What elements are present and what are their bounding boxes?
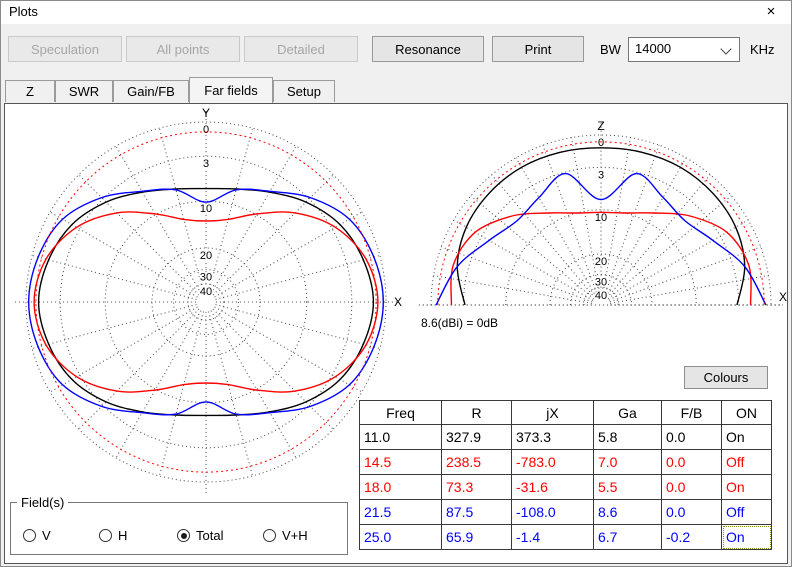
- table-cell: 6.7: [593, 524, 662, 550]
- table-cell: 73.3: [441, 474, 512, 500]
- table-cell: -108.0: [511, 499, 594, 525]
- svg-text:30: 30: [595, 276, 607, 288]
- table-cell: 373.3: [511, 424, 594, 450]
- svg-text:40: 40: [200, 286, 212, 298]
- col-header-ga: Ga: [593, 400, 662, 425]
- table-cell: -0.2: [661, 524, 722, 550]
- fields-groupbox: Field(s) V H Total V+H: [10, 495, 348, 555]
- radio-circle-icon: [99, 529, 112, 542]
- elevation-polar-plot: 0310203040ZX: [419, 119, 787, 306]
- table-cell: 0.0: [661, 424, 722, 450]
- frequency-table-body: 11.0 327.9 373.3 5.8 0.0 On 14.5 238.5 -783.0 7.0…: [359, 424, 772, 550]
- all-points-button[interactable]: All points: [126, 36, 240, 62]
- table-cell: 65.9: [441, 524, 512, 550]
- col-header-on: ON: [721, 400, 772, 425]
- table-cell: 8.6: [593, 499, 662, 525]
- table-cell: 11.0: [359, 424, 442, 450]
- table-cell: 87.5: [441, 499, 512, 525]
- table-cell: 5.5: [593, 474, 662, 500]
- print-button[interactable]: Print: [492, 36, 584, 62]
- table-row: 11.0 327.9 373.3 5.8 0.0 On: [359, 424, 772, 450]
- table-row: 18.0 73.3 -31.6 5.5 0.0 On: [359, 474, 772, 500]
- table-cell: 21.5: [359, 499, 442, 525]
- colours-button[interactable]: Colours: [684, 366, 768, 389]
- table-cell: 0.0: [661, 449, 722, 475]
- svg-text:30: 30: [200, 272, 212, 284]
- bw-value: 14000: [635, 41, 672, 56]
- table-row: 14.5 238.5 -783.0 7.0 0.0 Off: [359, 449, 772, 475]
- svg-text:Z: Z: [597, 119, 604, 133]
- speculation-button[interactable]: Speculation: [8, 36, 122, 62]
- plot-panel: 0 3 10 20 30 40 Y X 0 3 10 20 30 40 Z X 8.6(dBi) = 0dB…: [4, 103, 788, 564]
- table-cell: 7.0: [593, 449, 662, 475]
- radio-h[interactable]: H: [99, 528, 127, 543]
- radio-circle-icon: [263, 529, 276, 542]
- tab-setup[interactable]: Setup: [273, 80, 335, 102]
- title-bar: Plots ×: [0, 0, 792, 24]
- svg-text:10: 10: [200, 203, 212, 215]
- resonance-button[interactable]: Resonance: [372, 36, 484, 62]
- col-header-fb: F/B: [661, 400, 722, 425]
- detailed-button[interactable]: Detailed: [244, 36, 358, 62]
- table-cell: 18.0: [359, 474, 442, 500]
- on-off-cell[interactable]: On: [721, 524, 772, 550]
- table-cell: 238.5: [441, 449, 512, 475]
- radio-v-label: V: [42, 528, 51, 543]
- table-cell: 0.0: [661, 474, 722, 500]
- svg-text:40: 40: [595, 290, 607, 302]
- on-off-cell[interactable]: On: [721, 424, 772, 450]
- dropdown-chevron-icon[interactable]: [720, 43, 732, 55]
- table-cell: 0.0: [661, 499, 722, 525]
- radio-h-label: H: [118, 528, 128, 543]
- tab-z[interactable]: Z: [5, 80, 55, 102]
- table-header-row: Freq R jX Ga F/B ON: [359, 400, 772, 425]
- table-cell: -783.0: [511, 449, 594, 475]
- svg-text:20: 20: [595, 256, 607, 268]
- radio-circle-icon: [23, 529, 36, 542]
- radio-v-plus-h-label: V+H: [282, 528, 308, 543]
- table-cell: -31.6: [511, 474, 594, 500]
- on-off-cell[interactable]: Off: [721, 499, 772, 525]
- col-header-jx: jX: [511, 400, 594, 425]
- tab-gain-fb[interactable]: Gain/FB: [113, 80, 189, 102]
- window-title: Plots: [9, 4, 38, 19]
- tab-swr[interactable]: SWR: [55, 80, 113, 102]
- svg-text:20: 20: [200, 250, 212, 262]
- table-cell: 5.8: [593, 424, 662, 450]
- frequency-table: Freq R jX Ga F/B ON 11.0 327.9 373.3 5.8 0.0…: [359, 400, 772, 550]
- radio-circle-icon: [177, 529, 190, 542]
- radio-total-label: Total: [196, 528, 224, 543]
- svg-text:Y: Y: [202, 106, 210, 120]
- svg-text:3: 3: [598, 169, 604, 181]
- radio-v-plus-h[interactable]: V+H: [263, 528, 308, 543]
- svg-text:X: X: [394, 295, 402, 309]
- table-cell: 14.5: [359, 449, 442, 475]
- table-cell: 327.9: [441, 424, 512, 450]
- svg-text:3: 3: [203, 158, 209, 170]
- khz-label: KHz: [750, 42, 775, 57]
- svg-text:X: X: [779, 290, 787, 304]
- svg-text:10: 10: [595, 212, 607, 224]
- close-icon[interactable]: ×: [750, 0, 792, 24]
- on-off-cell[interactable]: On: [721, 474, 772, 500]
- tab-far-fields[interactable]: Far fields: [189, 77, 273, 103]
- radio-total[interactable]: Total: [177, 528, 223, 543]
- svg-text:0: 0: [203, 124, 209, 136]
- table-row: 25.0 65.9 -1.4 6.7 -0.2 On: [359, 524, 772, 550]
- on-off-cell[interactable]: Off: [721, 449, 772, 475]
- col-header-freq: Freq: [359, 400, 442, 425]
- bw-label: BW: [600, 42, 621, 57]
- table-cell: -1.4: [511, 524, 594, 550]
- radio-v[interactable]: V: [23, 528, 51, 543]
- table-cell: 25.0: [359, 524, 442, 550]
- fields-group-label: Field(s): [21, 495, 65, 510]
- gain-reference-label: 8.6(dBi) = 0dB: [421, 316, 499, 330]
- table-row: 21.5 87.5 -108.0 8.6 0.0 Off: [359, 499, 772, 525]
- col-header-r: R: [441, 400, 512, 425]
- azimuth-polar-plot: 0 3 10 20 30 40 Y X: [14, 106, 402, 494]
- bw-combobox[interactable]: 14000: [628, 37, 740, 62]
